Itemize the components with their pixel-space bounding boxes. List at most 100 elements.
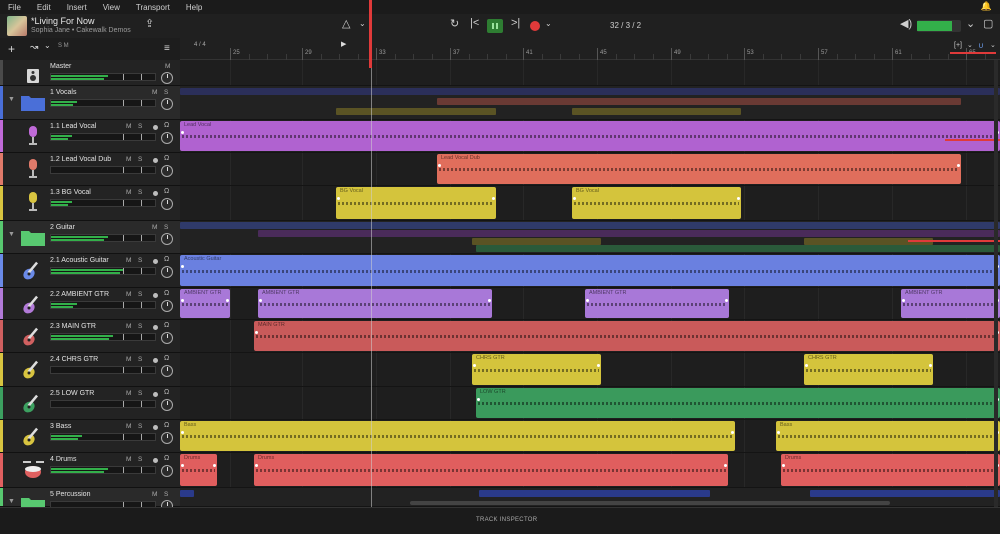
track-lane-main[interactable]: MAIN GTR: [180, 320, 1000, 353]
clip-fade-handle[interactable]: [597, 364, 600, 367]
pan-knob[interactable]: [161, 165, 173, 177]
clip[interactable]: Bass: [776, 421, 1000, 451]
record-options-icon[interactable]: ⌄: [545, 20, 552, 28]
track-level-meter[interactable]: [50, 99, 156, 107]
folder-summary-bar[interactable]: [572, 108, 741, 115]
automation-line[interactable]: [945, 139, 1000, 141]
clip-fade-handle[interactable]: [259, 299, 262, 302]
clip[interactable]: BG Vocal: [572, 187, 741, 219]
track-header-main[interactable]: 2.3 MAIN GTR M S Ω: [0, 320, 180, 353]
mute-button[interactable]: M: [126, 123, 131, 130]
clip-fade-handle[interactable]: [181, 464, 184, 467]
track-header-low[interactable]: 2.5 LOW GTR M S Ω: [0, 387, 180, 420]
record-button[interactable]: [530, 21, 540, 31]
folder-summary-bar[interactable]: [180, 490, 194, 497]
clip-fade-handle[interactable]: [488, 299, 491, 302]
record-arm-button[interactable]: [153, 458, 158, 463]
share-icon[interactable]: ⇪: [145, 19, 154, 30]
clip-fade-handle[interactable]: [929, 364, 932, 367]
solo-button[interactable]: S: [138, 156, 142, 163]
track-name[interactable]: Master: [50, 63, 71, 70]
record-arm-button[interactable]: [153, 158, 158, 163]
track-name[interactable]: 3 Bass: [50, 423, 71, 430]
menu-help[interactable]: Help: [178, 3, 210, 12]
snap-dropdown-icon[interactable]: ⌄: [967, 41, 973, 49]
headphones-icon[interactable]: Ω: [164, 422, 169, 429]
filter-icon[interactable]: ≡: [164, 43, 170, 54]
time-position[interactable]: 32 / 3 / 2: [610, 21, 641, 30]
clip-fade-handle[interactable]: [731, 431, 734, 434]
track-lane-leadvocaldub[interactable]: Lead Vocal Dub: [180, 153, 1000, 186]
folder-summary-bar[interactable]: [472, 238, 601, 245]
clip-fade-handle[interactable]: [438, 164, 441, 167]
track-level-meter[interactable]: [50, 333, 156, 341]
track-name[interactable]: 2.5 LOW GTR: [50, 390, 94, 397]
clip-fade-handle[interactable]: [181, 299, 184, 302]
mute-button[interactable]: M: [126, 356, 131, 363]
arrange-view[interactable]: Lead Vocal Lead Vocal Dub BG Vocal BG Vocal…: [180, 60, 1000, 507]
clip-fade-handle[interactable]: [573, 197, 576, 200]
clip[interactable]: AMBIENT GTR: [180, 289, 230, 318]
solo-button[interactable]: S: [138, 189, 142, 196]
clip-fade-handle[interactable]: [181, 265, 184, 268]
menu-view[interactable]: View: [95, 3, 128, 12]
folder-summary-bar[interactable]: [810, 490, 1000, 497]
playhead-line[interactable]: [371, 0, 372, 507]
track-level-meter[interactable]: [50, 366, 156, 374]
pan-knob[interactable]: [161, 233, 173, 245]
clip-fade-handle[interactable]: [337, 197, 340, 200]
record-arm-button[interactable]: [153, 259, 158, 264]
record-arm-button[interactable]: [153, 191, 158, 196]
mute-button[interactable]: M: [126, 291, 131, 298]
record-arm-button[interactable]: [153, 392, 158, 397]
track-level-meter[interactable]: [50, 166, 156, 174]
clip[interactable]: CHRS GTR: [472, 354, 601, 385]
track-level-meter[interactable]: [50, 301, 156, 309]
headphones-icon[interactable]: Ω: [164, 122, 169, 129]
clip-fade-handle[interactable]: [782, 464, 785, 467]
track-inspector-toggle[interactable]: TRACK INSPECTOR: [0, 507, 1000, 534]
magnet-dropdown-icon[interactable]: ⌄: [990, 41, 996, 49]
clip-fade-handle[interactable]: [737, 197, 740, 200]
clip-fade-handle[interactable]: [255, 331, 258, 334]
headphones-icon[interactable]: Ω: [164, 389, 169, 396]
clip-fade-handle[interactable]: [213, 464, 216, 467]
solo-button[interactable]: S: [138, 323, 142, 330]
track-header-guitar[interactable]: ▼ 2 Guitar M S: [0, 221, 180, 254]
folder-summary-bar[interactable]: [180, 222, 1000, 229]
headphones-icon[interactable]: Ω: [164, 155, 169, 162]
clip-fade-handle[interactable]: [902, 299, 905, 302]
track-level-meter[interactable]: [50, 73, 156, 81]
metronome-icon[interactable]: △: [342, 19, 350, 30]
solo-button[interactable]: S: [138, 291, 142, 298]
record-arm-button[interactable]: [153, 293, 158, 298]
clip[interactable]: AMBIENT GTR: [585, 289, 729, 318]
record-arm-button[interactable]: [153, 125, 158, 130]
clip[interactable]: CHRS GTR: [804, 354, 933, 385]
mute-button[interactable]: M: [152, 89, 157, 96]
menu-edit[interactable]: Edit: [29, 3, 59, 12]
clip[interactable]: Lead Vocal Dub: [437, 154, 961, 184]
mute-button[interactable]: M: [126, 456, 131, 463]
notification-bell-icon[interactable]: 🔔: [981, 1, 992, 12]
headphones-icon[interactable]: Ω: [164, 256, 169, 263]
track-lane-low[interactable]: LOW GTR: [180, 387, 1000, 420]
clip-fade-handle[interactable]: [725, 299, 728, 302]
timeline-ruler[interactable]: 4 / 4 2529333741454953576165 ▶ [+] ⌄ ∪ ⌄: [180, 38, 1000, 60]
headphones-icon[interactable]: Ω: [164, 290, 169, 297]
clip-fade-handle[interactable]: [805, 364, 808, 367]
clip-fade-handle[interactable]: [777, 431, 780, 434]
metronome-dropdown-icon[interactable]: ⌄: [359, 20, 366, 28]
solo-button[interactable]: S: [138, 356, 142, 363]
track-lane-drums[interactable]: Drums Drums Drums: [180, 453, 1000, 488]
mute-button[interactable]: M: [152, 224, 157, 231]
volume-dropdown-icon[interactable]: ⌄: [966, 19, 975, 30]
record-arm-button[interactable]: [153, 358, 158, 363]
track-level-meter[interactable]: [50, 466, 156, 474]
clip[interactable]: MAIN GTR: [254, 321, 1000, 351]
pan-knob[interactable]: [161, 300, 173, 312]
track-lane-leadvocal[interactable]: Lead Vocal: [180, 120, 1000, 153]
solo-button[interactable]: S: [164, 224, 168, 231]
mute-button[interactable]: M: [126, 156, 131, 163]
magnet-icon[interactable]: ∪: [978, 41, 984, 50]
